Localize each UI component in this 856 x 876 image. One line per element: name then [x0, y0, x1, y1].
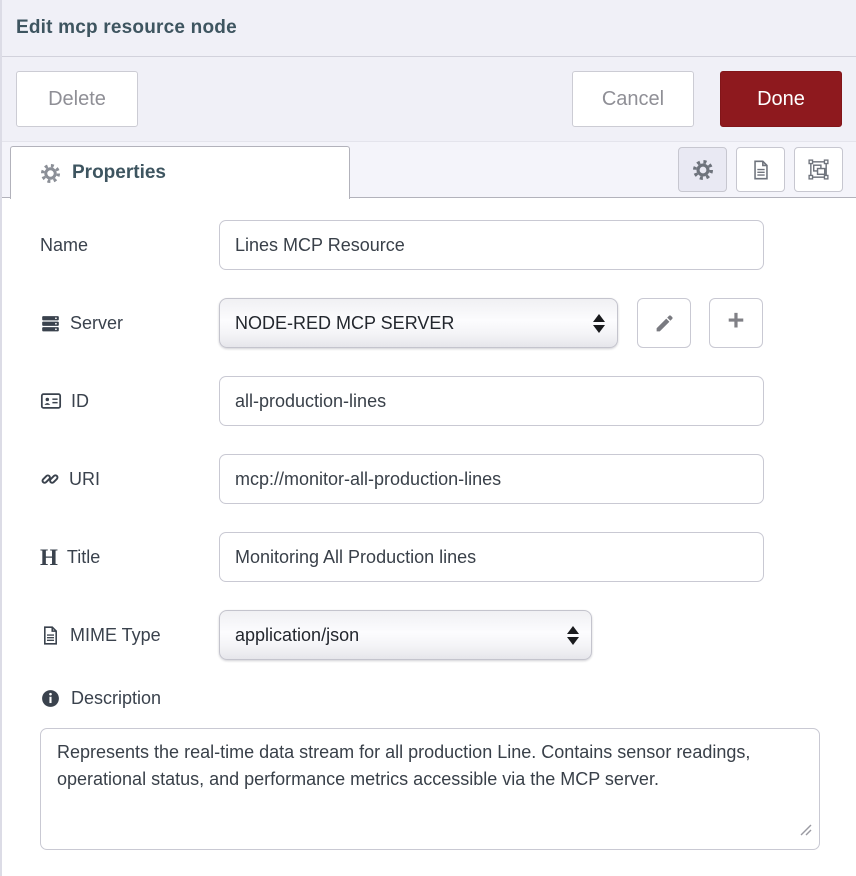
- edit-server-button[interactable]: [637, 298, 691, 348]
- properties-tool-button[interactable]: [678, 147, 727, 192]
- tab-bar: Properties: [2, 142, 856, 198]
- plus-icon: +: [728, 307, 745, 336]
- description-label: Description: [40, 688, 818, 709]
- name-input[interactable]: [219, 220, 764, 270]
- file-lines-icon: [750, 159, 772, 181]
- uri-input[interactable]: [219, 454, 764, 504]
- uri-label: URI: [40, 469, 219, 490]
- cancel-button[interactable]: Cancel: [572, 71, 694, 127]
- id-card-icon: [40, 390, 62, 412]
- description-field-wrapper: Represents the real-time data stream for…: [40, 728, 818, 850]
- form-row-uri: URI: [40, 454, 818, 504]
- file-lines-icon: [40, 625, 61, 646]
- select-arrows-icon: [567, 626, 579, 645]
- mime-label-text: MIME Type: [70, 625, 161, 646]
- description-label-text: Description: [71, 688, 161, 709]
- form-row-name: Name: [40, 220, 818, 270]
- server-label: Server: [40, 313, 219, 334]
- link-icon: [40, 469, 60, 489]
- action-bar: Delete Cancel Done: [2, 57, 856, 142]
- title-input[interactable]: [219, 532, 764, 582]
- done-button[interactable]: Done: [720, 71, 842, 127]
- form-row-title: H Title: [40, 532, 818, 582]
- mime-type-select-value: application/json: [235, 625, 359, 646]
- mime-type-select[interactable]: application/json: [219, 610, 592, 660]
- description-tool-button[interactable]: [736, 147, 785, 192]
- name-label-text: Name: [40, 235, 88, 256]
- id-input[interactable]: [219, 376, 764, 426]
- select-arrows-icon: [593, 314, 605, 333]
- form-row-mime: MIME Type application/json: [40, 610, 818, 660]
- tab-toolbar: [678, 147, 843, 192]
- server-icon: [40, 313, 61, 334]
- form-row-server: Server NODE-RED MCP SERVER +: [40, 298, 818, 348]
- name-label: Name: [40, 235, 219, 256]
- pencil-icon: [654, 313, 675, 334]
- object-group-icon: [807, 158, 830, 181]
- id-label-text: ID: [71, 391, 89, 412]
- add-server-button[interactable]: +: [709, 298, 763, 348]
- mime-label: MIME Type: [40, 625, 219, 646]
- header-icon: H: [40, 546, 58, 569]
- id-label: ID: [40, 390, 219, 412]
- description-textarea[interactable]: Represents the real-time data stream for…: [40, 728, 820, 850]
- properties-form: Name Serve: [2, 198, 856, 850]
- delete-button[interactable]: Delete: [16, 71, 138, 127]
- info-circle-icon: [40, 688, 61, 709]
- server-label-text: Server: [70, 313, 123, 334]
- server-select[interactable]: NODE-RED MCP SERVER: [219, 298, 618, 348]
- server-select-value: NODE-RED MCP SERVER: [235, 313, 454, 334]
- gear-icon: [40, 163, 61, 184]
- edit-node-dialog: Edit mcp resource node Delete Cancel Don…: [0, 0, 856, 876]
- title-label: H Title: [40, 546, 219, 569]
- gear-icon: [692, 159, 714, 181]
- tab-properties-label: Properties: [72, 162, 166, 184]
- dialog-title: Edit mcp resource node: [16, 17, 237, 39]
- form-row-id: ID: [40, 376, 818, 426]
- appearance-tool-button[interactable]: [794, 147, 843, 192]
- tab-properties[interactable]: Properties: [10, 146, 350, 199]
- uri-label-text: URI: [69, 469, 100, 490]
- title-label-text: Title: [67, 547, 100, 568]
- dialog-header: Edit mcp resource node: [2, 0, 856, 57]
